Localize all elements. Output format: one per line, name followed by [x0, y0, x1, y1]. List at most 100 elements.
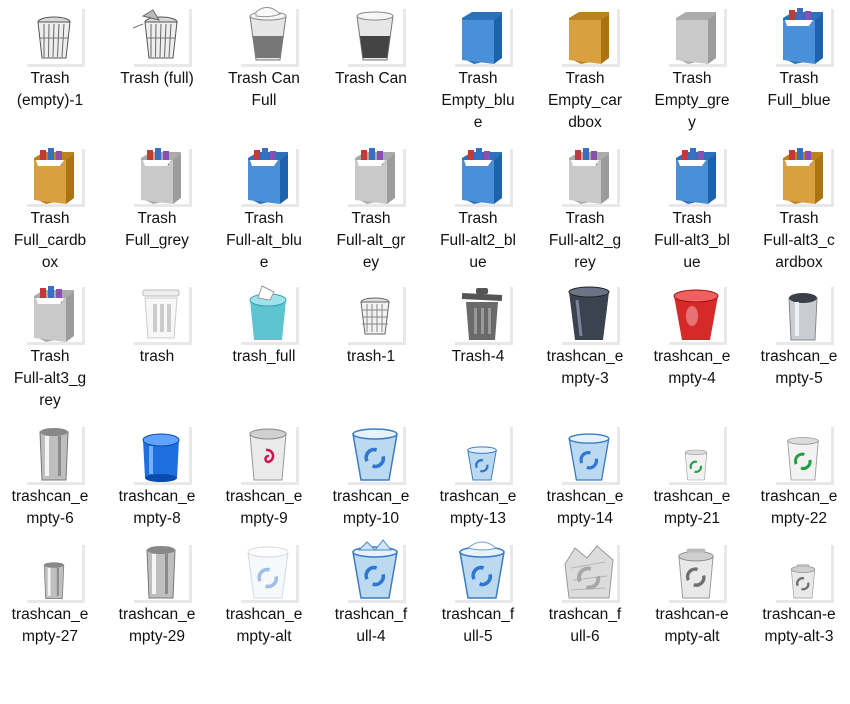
- icon-label: trash-1: [346, 348, 396, 365]
- icon-tile[interactable]: Trash Full-alt_blu e: [214, 140, 314, 280]
- recycle-bin-glass-icon[interactable]: [561, 426, 620, 485]
- icon-tile[interactable]: trashcan-e mpty-alt: [642, 536, 742, 676]
- teal-bin-full-icon[interactable]: [240, 285, 299, 345]
- icon-tile[interactable]: trashcan_e mpty-3: [535, 278, 635, 418]
- icon-label: trashcan-e mpty-alt: [655, 606, 729, 645]
- icon-tile[interactable]: Trash Full-alt3_bl ue: [642, 140, 742, 280]
- icon-label: trashcan_e mpty-6: [11, 488, 89, 527]
- icon-label: trash_full: [232, 348, 296, 365]
- icon-tile[interactable]: Trash (full): [107, 0, 207, 140]
- icon-tile[interactable]: trashcan_f ull-5: [428, 536, 528, 676]
- blue-plastic-can-icon[interactable]: [133, 426, 192, 485]
- grey-recycle-can-small-icon[interactable]: [775, 544, 834, 603]
- paper-pile-recycle-icon[interactable]: [561, 544, 620, 603]
- icon-label: trashcan_e mpty-27: [11, 606, 89, 645]
- grey-box-full-alt2-icon[interactable]: [561, 148, 620, 207]
- icon-label: trashcan_e mpty-14: [546, 488, 624, 527]
- icon-label: Trash Empty_car dbox: [547, 70, 623, 131]
- cardboard-box-full-icon[interactable]: [26, 148, 85, 207]
- wire-trash-full-icon[interactable]: [132, 8, 192, 67]
- blue-box-full-icon[interactable]: [775, 8, 834, 67]
- icon-tile[interactable]: Trash Full_grey: [107, 140, 207, 280]
- grey-lid-bin-icon[interactable]: [454, 286, 513, 345]
- cardboard-box-icon[interactable]: [561, 8, 620, 67]
- tall-chrome-can-icon[interactable]: [133, 544, 192, 603]
- icon-label: Trash Empty_gre y: [654, 70, 730, 131]
- recycle-bin-blue-icon[interactable]: [347, 426, 406, 485]
- green-recycle-icon[interactable]: [775, 426, 834, 485]
- icon-label: trash: [139, 348, 175, 365]
- icon-tile[interactable]: Trash Empty_blu e: [428, 0, 528, 140]
- steel-can-icon[interactable]: [775, 286, 834, 345]
- icon-label: trashcan_e mpty-4: [653, 348, 731, 387]
- grey-box-full-alt-icon[interactable]: [347, 148, 406, 207]
- small-chrome-can-icon[interactable]: [26, 544, 85, 603]
- mesh-bin-icon[interactable]: [347, 286, 406, 345]
- grey-box-full-icon[interactable]: [133, 148, 192, 207]
- icon-label: Trash Full-alt2_g rey: [548, 210, 622, 271]
- icon-label: trashcan_e mpty-8: [118, 488, 196, 527]
- icon-label: trashcan_e mpty-5: [760, 348, 838, 387]
- icon-tile[interactable]: trash-1: [321, 278, 421, 418]
- icon-tile[interactable]: Trash Can Full: [214, 0, 314, 140]
- green-recycle-small-icon[interactable]: [668, 426, 727, 485]
- grey-box-full-alt3-icon[interactable]: [26, 286, 85, 345]
- icon-tile[interactable]: Trash Full-alt2_bl ue: [428, 140, 528, 280]
- chrome-tube-icon[interactable]: [26, 426, 85, 485]
- icon-tile[interactable]: trashcan_e mpty-29: [107, 536, 207, 676]
- wire-trash-empty-icon[interactable]: [26, 8, 85, 67]
- icon-label: trashcan_e mpty-21: [653, 488, 731, 527]
- icon-tile[interactable]: trash_full: [214, 278, 314, 418]
- icon-tile[interactable]: trashcan_e mpty-27: [0, 536, 100, 676]
- icon-label: trashcan_f ull-5: [441, 606, 515, 645]
- glass-can-icon[interactable]: [347, 8, 406, 67]
- icon-label: Trash Can: [335, 70, 407, 87]
- glass-can-full-icon[interactable]: [240, 7, 299, 67]
- icon-tile[interactable]: trashcan_e mpty-5: [749, 278, 849, 418]
- recycle-bin-small-icon[interactable]: [454, 426, 513, 485]
- red-can-icon[interactable]: [668, 286, 727, 345]
- grey-recycle-can-icon[interactable]: [668, 544, 727, 603]
- icon-label: trashcan_e mpty-22: [760, 488, 838, 527]
- icon-tile[interactable]: Trash (empty)-1: [0, 0, 100, 140]
- icon-tile[interactable]: Trash Can: [321, 0, 421, 140]
- icon-label: Trash Full-alt3_bl ue: [654, 210, 730, 271]
- icon-tile[interactable]: Trash Empty_car dbox: [535, 0, 635, 140]
- blue-box-full-alt-icon[interactable]: [240, 148, 299, 207]
- icon-label: Trash Full-alt2_bl ue: [440, 210, 516, 271]
- icon-tile[interactable]: trashcan_f ull-4: [321, 536, 421, 676]
- icon-tile[interactable]: trashcan_e mpty-alt: [214, 536, 314, 676]
- icon-tile[interactable]: trashcan_e mpty-4: [642, 278, 742, 418]
- icon-label: trashcan_e mpty-9: [225, 488, 303, 527]
- grey-box-icon[interactable]: [668, 8, 727, 67]
- icon-tile[interactable]: Trash-4: [428, 278, 528, 418]
- icon-tile[interactable]: trashcan-e mpty-alt-3: [749, 536, 849, 676]
- icon-label: Trash Full_grey: [125, 210, 189, 249]
- icon-tile[interactable]: Trash Full_cardb ox: [0, 140, 100, 280]
- blue-box-full-alt3-icon[interactable]: [668, 148, 727, 207]
- icon-tile[interactable]: trash: [107, 278, 207, 418]
- icon-label: trashcan_f ull-6: [548, 606, 622, 645]
- recycle-bin-full-icon[interactable]: [347, 539, 406, 603]
- icon-tile[interactable]: Trash Full-alt_gr ey: [321, 140, 421, 280]
- icon-label: Trash (full): [120, 70, 194, 87]
- frosted-recycle-can-icon[interactable]: [240, 544, 299, 603]
- icon-tile[interactable]: Trash Full_blue: [749, 0, 849, 140]
- white-bin-icon[interactable]: [133, 286, 192, 345]
- debian-can-icon[interactable]: [240, 426, 299, 485]
- cardboard-box-full-alt3-icon[interactable]: [775, 148, 834, 207]
- blue-box-icon[interactable]: [454, 8, 513, 67]
- icon-label: Trash Full-alt3_c ardbox: [763, 210, 835, 271]
- icon-tile[interactable]: trashcan_f ull-6: [535, 536, 635, 676]
- icon-tile[interactable]: Trash Full-alt3_g rey: [0, 278, 100, 418]
- recycle-bin-full-alt-icon[interactable]: [454, 541, 513, 603]
- icon-tile[interactable]: Trash Empty_gre y: [642, 0, 742, 140]
- icon-label: trashcan-e mpty-alt-3: [762, 606, 836, 645]
- blue-box-full-alt2-icon[interactable]: [454, 148, 513, 207]
- icon-label: Trash Full_cardb ox: [13, 210, 87, 271]
- icon-label: trashcan_e mpty-3: [546, 348, 624, 387]
- icon-tile[interactable]: Trash Full-alt2_g rey: [535, 140, 635, 280]
- icon-tile[interactable]: Trash Full-alt3_c ardbox: [749, 140, 849, 280]
- icon-label: trashcan_e mpty-alt: [225, 606, 303, 645]
- dark-glass-can-icon[interactable]: [561, 286, 620, 345]
